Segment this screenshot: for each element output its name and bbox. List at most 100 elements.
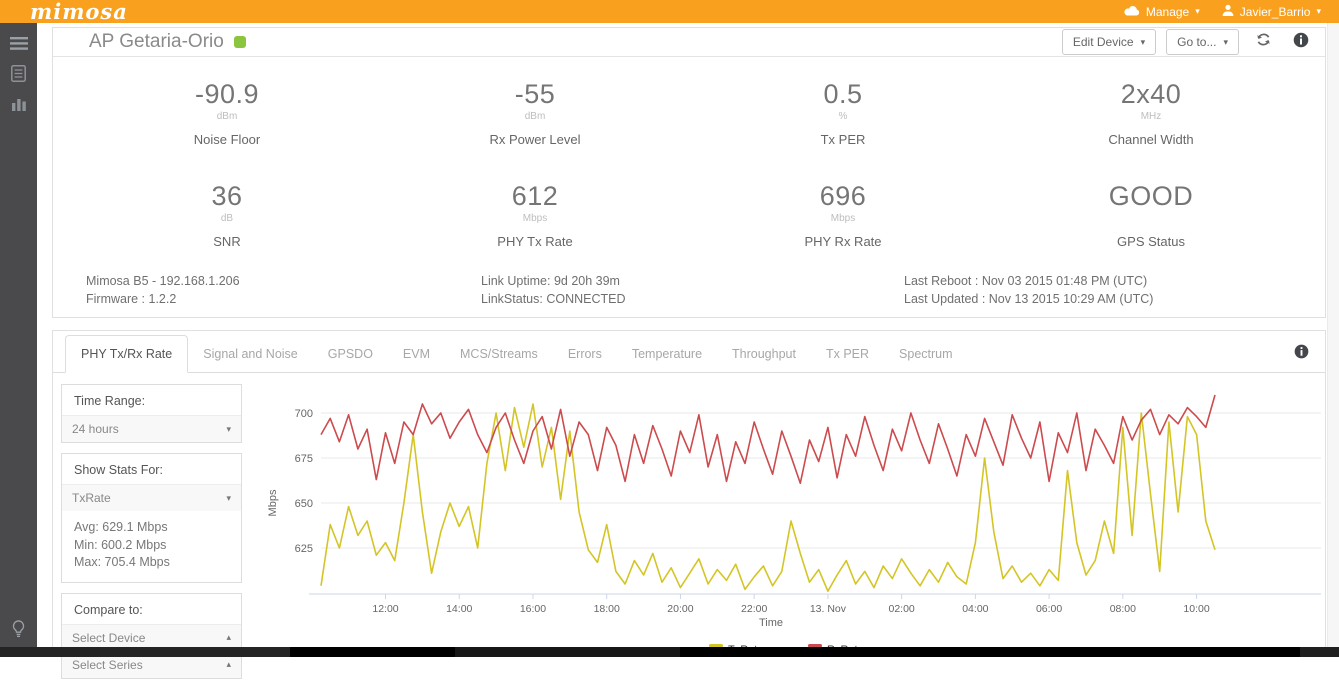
time-range-select[interactable]: 24 hours ▾ bbox=[62, 415, 241, 442]
stat-phy-tx-rate: 612 Mbps PHY Tx Rate bbox=[381, 181, 689, 249]
sidebar-item-charts[interactable] bbox=[0, 91, 37, 121]
x-tick-label: 04:00 bbox=[962, 603, 988, 615]
user-name: Javier_Barrio bbox=[1240, 5, 1311, 19]
y-tick-label: 675 bbox=[295, 453, 313, 465]
device-summary-card: AP Getaria-Orio Edit Device ▾ Go to... ▾ bbox=[52, 27, 1326, 318]
device-header: AP Getaria-Orio Edit Device ▾ Go to... ▾ bbox=[53, 28, 1325, 57]
tab-temperature[interactable]: Temperature bbox=[617, 336, 717, 372]
tab-throughput[interactable]: Throughput bbox=[717, 336, 811, 372]
x-tick-label: 20:00 bbox=[667, 603, 693, 615]
y-tick-label: 625 bbox=[295, 543, 313, 555]
user-dropdown[interactable]: Javier_Barrio ▾ bbox=[1222, 4, 1321, 19]
chevron-down-icon: ▾ bbox=[226, 424, 231, 435]
x-axis-title: Time bbox=[759, 617, 783, 629]
menu-toggle[interactable] bbox=[0, 31, 37, 61]
chevron-down-icon: ▾ bbox=[1223, 37, 1228, 48]
chart-info-button[interactable] bbox=[1294, 344, 1309, 364]
chart-controls: Time Range: 24 hours ▾ Show Stats For: T… bbox=[61, 384, 242, 689]
max-stat: Max: 705.4 Mbps bbox=[74, 554, 229, 572]
page-title: AP Getaria-Orio bbox=[89, 31, 224, 53]
scrollbar[interactable] bbox=[1327, 23, 1339, 647]
chevron-down-icon: ▾ bbox=[1141, 37, 1146, 48]
report-icon bbox=[11, 65, 26, 87]
chevron-down-icon: ▾ bbox=[1195, 6, 1200, 17]
bar-chart-icon bbox=[11, 97, 27, 116]
show-stats-label: Show Stats For: bbox=[62, 454, 241, 484]
link-status: LinkStatus: CONNECTED bbox=[481, 290, 904, 309]
goto-button[interactable]: Go to... ▾ bbox=[1166, 29, 1239, 55]
refresh-button[interactable] bbox=[1249, 29, 1277, 55]
chevron-down-icon: ▾ bbox=[1316, 6, 1321, 17]
status-indicator bbox=[234, 36, 246, 48]
time-range-label: Time Range: bbox=[62, 385, 241, 415]
lightbulb-icon bbox=[12, 620, 25, 643]
cloud-icon bbox=[1124, 5, 1140, 19]
stat-gps-status: GOOD GPS Status bbox=[997, 181, 1305, 249]
stat-snr: 36 dB SNR bbox=[73, 181, 381, 249]
info-button[interactable] bbox=[1287, 29, 1315, 55]
tab-phy-tx-rx-rate[interactable]: PHY Tx/Rx Rate bbox=[65, 335, 188, 373]
stats-grid: -90.9 dBm Noise Floor -55 dBm Rx Power L… bbox=[53, 57, 1325, 249]
tab-tx-per[interactable]: Tx PER bbox=[811, 336, 884, 372]
bottom-taskbar bbox=[0, 647, 1339, 657]
chevron-up-icon: ▴ bbox=[226, 659, 231, 670]
x-tick-label: 02:00 bbox=[888, 603, 914, 615]
time-range-box: Time Range: 24 hours ▾ bbox=[61, 384, 242, 443]
device-footer: Mimosa B5 - 192.168.1.206 Firmware : 1.2… bbox=[86, 272, 1315, 310]
menu-icon bbox=[10, 37, 28, 55]
tab-gpsdo[interactable]: GPSDO bbox=[313, 336, 388, 372]
sidebar-item-help[interactable] bbox=[0, 620, 37, 643]
x-tick-label: 18:00 bbox=[594, 603, 620, 615]
info-icon bbox=[1293, 32, 1309, 53]
rxrate-line bbox=[321, 395, 1215, 483]
series-statistics: Avg: 629.1 Mbps Min: 600.2 Mbps Max: 705… bbox=[62, 511, 241, 582]
sidebar-item-reports[interactable] bbox=[0, 61, 37, 91]
x-tick-label: 06:00 bbox=[1036, 603, 1062, 615]
compare-box: Compare to: Select Device ▴ Select Serie… bbox=[61, 593, 242, 679]
stat-rx-power: -55 dBm Rx Power Level bbox=[381, 79, 689, 147]
x-tick-label: 14:00 bbox=[446, 603, 472, 615]
stat-tx-per: 0.5 % Tx PER bbox=[689, 79, 997, 147]
refresh-icon bbox=[1256, 32, 1271, 52]
last-reboot: Last Reboot : Nov 03 2015 01:48 PM (UTC) bbox=[904, 272, 1153, 291]
x-tick-label: 13. Nov bbox=[810, 603, 847, 615]
tab-spectrum[interactable]: Spectrum bbox=[884, 336, 968, 372]
x-tick-label: 12:00 bbox=[372, 603, 398, 615]
device-model-ip: Mimosa B5 - 192.168.1.206 bbox=[86, 272, 481, 291]
x-tick-label: 10:00 bbox=[1183, 603, 1209, 615]
top-nav-bar: mimosa Manage ▾ Javier_Barrio ▾ bbox=[0, 0, 1339, 23]
x-tick-label: 08:00 bbox=[1110, 603, 1136, 615]
info-icon bbox=[1294, 346, 1309, 363]
last-updated: Last Updated : Nov 13 2015 10:29 AM (UTC… bbox=[904, 290, 1153, 309]
y-axis-title: Mbps bbox=[267, 489, 279, 516]
mimosa-logo[interactable]: mimosa bbox=[30, 2, 128, 22]
stats-series-select[interactable]: TxRate ▾ bbox=[62, 484, 241, 511]
min-stat: Min: 600.2 Mbps bbox=[74, 537, 229, 555]
x-tick-label: 22:00 bbox=[741, 603, 767, 615]
phy-rate-chart: 625 650 675 700 12:00 14:00 16:00 18:00 20:00 22:… bbox=[263, 381, 1327, 661]
tab-mcs-streams[interactable]: MCS/Streams bbox=[445, 336, 553, 372]
chevron-up-icon: ▴ bbox=[226, 632, 231, 643]
x-tick-label: 16:00 bbox=[520, 603, 546, 615]
tab-signal-and-noise[interactable]: Signal and Noise bbox=[188, 336, 313, 372]
user-icon bbox=[1222, 4, 1234, 19]
txrate-line bbox=[321, 404, 1215, 591]
chevron-down-icon: ▾ bbox=[226, 493, 231, 504]
stat-noise-floor: -90.9 dBm Noise Floor bbox=[73, 79, 381, 147]
avg-stat: Avg: 629.1 Mbps bbox=[74, 519, 229, 537]
compare-label: Compare to: bbox=[62, 594, 241, 624]
tab-errors[interactable]: Errors bbox=[553, 336, 617, 372]
device-firmware: Firmware : 1.2.2 bbox=[86, 290, 481, 309]
left-sidebar bbox=[0, 23, 37, 657]
stat-phy-rx-rate: 696 Mbps PHY Rx Rate bbox=[689, 181, 997, 249]
manage-label: Manage bbox=[1146, 5, 1189, 19]
link-uptime: Link Uptime: 9d 20h 39m bbox=[481, 272, 904, 291]
y-tick-label: 650 bbox=[295, 498, 313, 510]
manage-dropdown[interactable]: Manage ▾ bbox=[1124, 5, 1200, 19]
show-stats-box: Show Stats For: TxRate ▾ Avg: 629.1 Mbps… bbox=[61, 453, 242, 583]
y-tick-label: 700 bbox=[295, 408, 313, 420]
chart-card: PHY Tx/Rx Rate Signal and Noise GPSDO EV… bbox=[52, 330, 1326, 657]
edit-device-button[interactable]: Edit Device ▾ bbox=[1062, 29, 1156, 55]
tab-evm[interactable]: EVM bbox=[388, 336, 445, 372]
stat-channel-width: 2x40 MHz Channel Width bbox=[997, 79, 1305, 147]
